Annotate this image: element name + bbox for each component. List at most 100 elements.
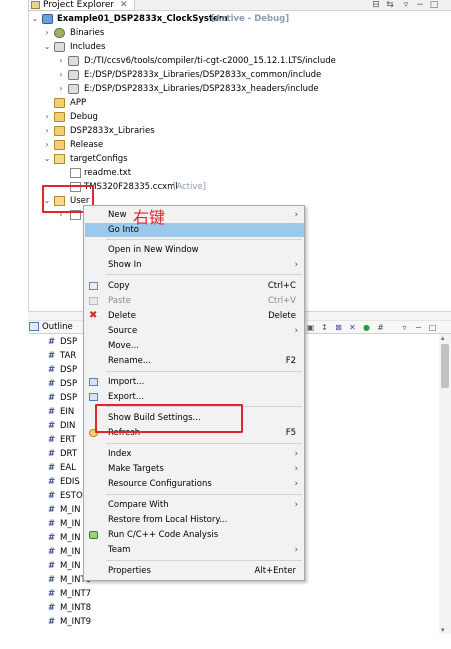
menu-item-compare-with[interactable]: Compare With ›	[85, 498, 304, 512]
outline-item-label: DIN	[60, 421, 76, 431]
submenu-arrow-icon: ›	[294, 500, 298, 510]
outline-item[interactable]: # DIN	[48, 419, 75, 433]
outline-item-label: DSP	[60, 379, 78, 389]
menu-item-make-targets[interactable]: Make Targets ›	[85, 462, 304, 476]
chevron-down-icon[interactable]: ⌄	[43, 152, 51, 166]
outline-scrollbar[interactable]: ▴ ▾	[439, 334, 451, 634]
outline-item[interactable]: # EIN	[48, 405, 74, 419]
scroll-down-icon[interactable]: ▾	[441, 626, 445, 634]
menu-item-label: New	[108, 210, 127, 220]
outline-item-label: M_IN	[60, 519, 81, 529]
outline-item[interactable]: # TAR	[48, 349, 76, 363]
outline-item[interactable]: # M_IN	[48, 531, 80, 545]
hide-nonpublic-icon[interactable]: ●	[362, 323, 371, 332]
menu-item-label: Resource Configurations	[108, 479, 212, 489]
submenu-arrow-icon: ›	[294, 545, 298, 555]
close-icon[interactable]: ✕	[120, 0, 128, 10]
outline-item[interactable]: # ESTO	[48, 489, 83, 503]
outline-item[interactable]: # M_INT7	[48, 587, 91, 601]
menu-shortcut: F2	[285, 356, 296, 366]
outline-item[interactable]: # DSP	[48, 377, 77, 391]
menu-item-open-new-window[interactable]: Open in New Window	[85, 243, 304, 257]
tree-item-label: DSP2833x_Libraries	[70, 126, 155, 136]
menu-item-properties[interactable]: Properties Alt+Enter	[85, 564, 304, 578]
import-icon	[89, 378, 98, 386]
outline-item[interactable]: # EDIS	[48, 475, 80, 489]
outline-item[interactable]: # M_IN	[48, 545, 80, 559]
view-menu-icon[interactable]: ▿	[400, 323, 409, 332]
menu-shortcut: F5	[285, 428, 296, 438]
chevron-right-icon[interactable]: ›	[57, 82, 65, 96]
menu-item-label: Move...	[108, 341, 139, 351]
menu-item-source[interactable]: Source ›	[85, 324, 304, 338]
menu-item-team[interactable]: Team ›	[85, 543, 304, 557]
filter-icon[interactable]: ▣	[306, 323, 315, 332]
menu-item-go-into[interactable]: Go Into	[85, 223, 304, 237]
menu-item-show-in[interactable]: Show In ›	[85, 258, 304, 272]
link-editor-icon[interactable]: ⇆	[384, 0, 396, 11]
macro-icon: #	[48, 547, 56, 557]
group-icon[interactable]: #	[376, 323, 385, 332]
collapse-all-icon[interactable]: ⊟	[370, 0, 382, 11]
menu-shortcut: Ctrl+C	[267, 281, 296, 291]
include-folder-icon	[68, 84, 79, 94]
scrollbar-thumb[interactable]	[441, 344, 449, 388]
macro-icon: #	[48, 533, 56, 543]
view-menu-icon[interactable]: ▿	[400, 0, 412, 11]
outline-item[interactable]: # M_IN	[48, 559, 80, 573]
menu-item-import[interactable]: Import...	[85, 375, 304, 389]
menu-item-rename[interactable]: Rename... F2	[85, 354, 304, 368]
chevron-down-icon[interactable]: ⌄	[43, 40, 51, 54]
chevron-right-icon[interactable]: ›	[43, 110, 51, 124]
menu-item-restore-history[interactable]: Restore from Local History...	[85, 513, 304, 527]
tab-project-explorer[interactable]: Project Explorer ✕	[28, 0, 135, 11]
outline-item[interactable]: # DRT	[48, 447, 77, 461]
menu-item-label: Export...	[108, 392, 144, 402]
hide-static-icon[interactable]: ✕	[348, 323, 357, 332]
outline-item[interactable]: # DSP	[48, 335, 77, 349]
hide-fields-icon[interactable]: ⊠	[334, 323, 343, 332]
menu-item-delete[interactable]: ✖ Delete Delete	[85, 309, 304, 323]
chevron-right-icon[interactable]: ›	[57, 54, 65, 68]
tab-outline[interactable]: Outline	[42, 321, 73, 334]
macro-icon: #	[48, 393, 56, 403]
minimize-icon[interactable]: −	[414, 323, 423, 332]
sort-icon[interactable]: ↕	[320, 323, 329, 332]
menu-item-resource-configurations[interactable]: Resource Configurations ›	[85, 477, 304, 491]
menu-item-new[interactable]: New ›	[85, 208, 304, 222]
outline-item[interactable]: # M_IN	[48, 503, 80, 517]
folder-icon	[31, 1, 40, 9]
menu-item-move[interactable]: Move...	[85, 339, 304, 353]
macro-icon: #	[48, 337, 56, 347]
maximize-icon[interactable]: □	[428, 323, 437, 332]
menu-separator	[106, 560, 302, 561]
macro-icon: #	[48, 561, 56, 571]
outline-item[interactable]: # DSP	[48, 391, 77, 405]
outline-item[interactable]: # DSP	[48, 363, 77, 377]
menu-shortcut: Ctrl+V	[267, 296, 296, 306]
outline-item[interactable]: # M_INT9	[48, 615, 91, 629]
submenu-arrow-icon: ›	[294, 260, 298, 270]
menu-item-index[interactable]: Index ›	[85, 447, 304, 461]
outline-item[interactable]: # M_INT8	[48, 601, 91, 615]
minimize-icon[interactable]: −	[414, 0, 426, 11]
submenu-arrow-icon: ›	[294, 479, 298, 489]
chevron-right-icon[interactable]: ›	[43, 26, 51, 40]
menu-item-run-code-analysis[interactable]: Run C/C++ Code Analysis	[85, 528, 304, 542]
menu-item-paste[interactable]: Paste Ctrl+V	[85, 294, 304, 308]
submenu-arrow-icon: ›	[294, 326, 298, 336]
outline-item[interactable]: # ERT	[48, 433, 76, 447]
menu-item-export[interactable]: Export...	[85, 390, 304, 404]
chevron-right-icon[interactable]: ›	[43, 138, 51, 152]
outline-item[interactable]: # M_IN	[48, 517, 80, 531]
chevron-down-icon[interactable]: ⌄	[31, 12, 39, 26]
menu-item-copy[interactable]: Copy Ctrl+C	[85, 279, 304, 293]
chevron-right-icon[interactable]: ›	[57, 68, 65, 82]
tree-item-label: E:/DSP/DSP2833x_Libraries/DSP2833x_commo…	[84, 70, 322, 80]
project-explorer-titlebar: Project Explorer ✕ ⊟ ⇆ ▿ − □	[28, 0, 451, 11]
maximize-icon[interactable]: □	[428, 0, 440, 11]
scroll-up-icon[interactable]: ▴	[441, 334, 445, 342]
outline-item[interactable]: # EAL	[48, 461, 76, 475]
paste-icon	[89, 297, 98, 305]
chevron-right-icon[interactable]: ›	[43, 124, 51, 138]
